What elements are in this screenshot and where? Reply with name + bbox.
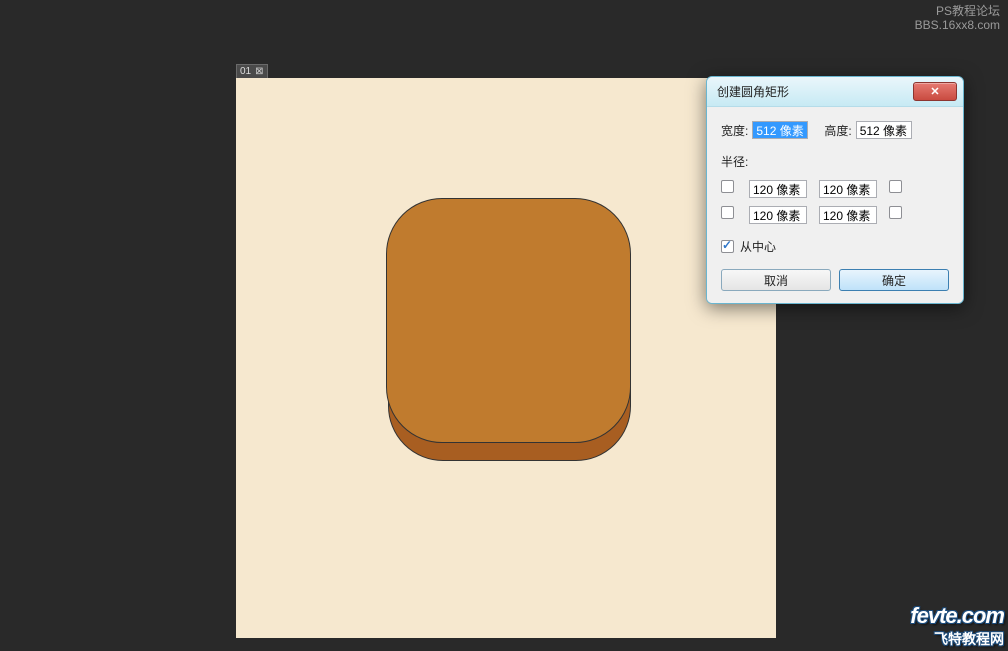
canvas-area[interactable]: [236, 78, 776, 638]
dimensions-row: 宽度: 高度:: [721, 121, 949, 139]
height-label: 高度:: [824, 122, 851, 139]
dialog-close-button[interactable]: ✕: [913, 82, 957, 101]
site-subtitle: 飞特教程网: [910, 629, 1004, 649]
close-x-icon: ✕: [930, 85, 939, 98]
watermark-line2: BBS.16xx8.com: [915, 18, 1000, 32]
close-icon[interactable]: ⊠: [255, 66, 263, 77]
link-bl-checkbox[interactable]: [721, 206, 734, 219]
from-center-row: 从中心: [721, 238, 949, 255]
dialog-title: 创建圆角矩形: [717, 83, 913, 100]
watermark-line1: PS教程论坛: [915, 4, 1000, 18]
link-tr-checkbox[interactable]: [889, 180, 902, 193]
watermark-bottom: fevte.com 飞特教程网: [910, 603, 1004, 649]
width-label: 宽度:: [721, 122, 748, 139]
radius-label: 半径:: [721, 153, 949, 170]
site-logo: fevte.com: [910, 603, 1004, 629]
link-br-checkbox[interactable]: [889, 206, 902, 219]
rounded-rect-shape[interactable]: [386, 198, 631, 443]
cancel-button-label: 取消: [764, 272, 788, 289]
dialog-buttons: 取消 确定: [721, 269, 949, 291]
watermark-top: PS教程论坛 BBS.16xx8.com: [915, 4, 1000, 32]
cancel-button[interactable]: 取消: [721, 269, 831, 291]
link-tl-checkbox[interactable]: [721, 180, 734, 193]
canvas-tab-label: 01: [240, 66, 251, 77]
height-input[interactable]: [856, 121, 912, 139]
radius-grid: [721, 180, 949, 224]
radius-tr-input[interactable]: [819, 180, 877, 198]
dialog-body: 宽度: 高度: 半径: 从中心 取消 确定: [707, 107, 963, 303]
dialog-titlebar[interactable]: 创建圆角矩形 ✕: [707, 77, 963, 107]
radius-bl-input[interactable]: [749, 206, 807, 224]
width-input[interactable]: [752, 121, 808, 139]
canvas-tab[interactable]: 01 ⊠: [236, 64, 268, 79]
radius-tl-input[interactable]: [749, 180, 807, 198]
radius-br-input[interactable]: [819, 206, 877, 224]
from-center-checkbox[interactable]: [721, 240, 734, 253]
ok-button[interactable]: 确定: [839, 269, 949, 291]
ok-button-label: 确定: [882, 272, 906, 289]
from-center-label: 从中心: [740, 238, 776, 255]
create-rounded-rect-dialog: 创建圆角矩形 ✕ 宽度: 高度: 半径: 从中心: [706, 76, 964, 304]
